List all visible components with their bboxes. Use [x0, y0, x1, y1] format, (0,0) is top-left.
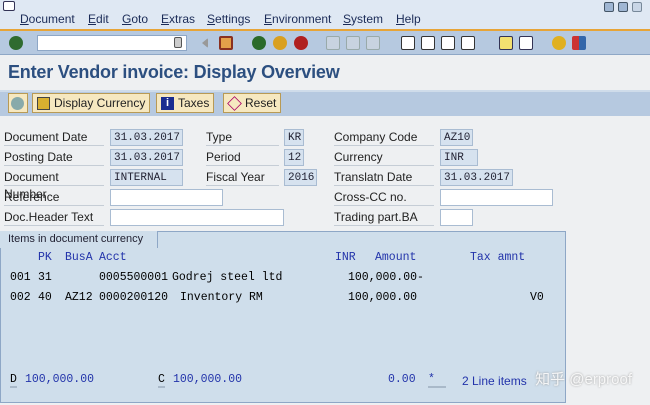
doc-header-text-label: Doc.Header Text — [4, 209, 104, 226]
item-amount: 100,000.00 — [348, 291, 418, 304]
layout-menu-icon[interactable] — [572, 36, 586, 50]
document-number-field[interactable]: INTERNAL — [110, 169, 183, 186]
currency-field[interactable]: INR — [440, 149, 478, 166]
next-page-icon[interactable] — [441, 36, 455, 50]
exit-icon[interactable] — [273, 36, 287, 50]
document-date-field[interactable]: 31.03.2017 — [110, 129, 183, 146]
menu-document[interactable]: Document — [20, 12, 75, 26]
fiscal-year-label: Fiscal Year — [206, 169, 279, 186]
item-pk: 40 — [38, 291, 52, 304]
credit-label: C — [158, 373, 165, 388]
print-icon — [326, 36, 340, 50]
line-items-count: 2 Line items — [462, 374, 527, 388]
cross-cc-field[interactable] — [440, 189, 553, 206]
currency-label: Currency — [334, 149, 434, 166]
menu-goto[interactable]: Goto — [122, 12, 148, 26]
header-currency: INR — [335, 251, 356, 264]
debit-total: 100,000.00 — [25, 373, 95, 386]
item-text: Godrej steel ltd — [172, 271, 283, 284]
period-field[interactable]: 12 — [284, 149, 304, 166]
balance-indicator: * — [428, 373, 446, 388]
reference-label: Reference — [4, 189, 104, 206]
back-icon[interactable] — [252, 36, 266, 50]
menu-extras[interactable]: Extras — [161, 12, 195, 26]
item-number: 001 — [10, 271, 31, 284]
item-text: Inventory RM — [180, 291, 263, 304]
eraser-icon — [227, 95, 242, 111]
last-page-icon[interactable] — [461, 36, 475, 50]
translatn-date-label: Translatn Date — [334, 169, 434, 186]
header-busa: BusA — [65, 251, 93, 264]
period-label: Period — [206, 149, 279, 166]
fiscal-year-field[interactable]: 2016 — [284, 169, 317, 186]
trading-part-label: Trading part.BA — [334, 209, 434, 226]
page-title: Enter Vendor invoice: Display Overview — [8, 62, 340, 82]
posting-date-field[interactable]: 31.03.2017 — [110, 149, 183, 166]
debit-label: D — [10, 373, 17, 388]
reset-button[interactable]: Reset — [223, 93, 282, 113]
trading-part-field[interactable] — [440, 209, 473, 226]
enter-check-icon[interactable] — [9, 36, 23, 50]
reference-field[interactable] — [110, 189, 223, 206]
cancel-icon[interactable] — [294, 36, 308, 50]
help-icon[interactable] — [552, 36, 566, 50]
display-currency-button[interactable]: Display Currency — [32, 93, 151, 113]
display-document-button[interactable] — [8, 93, 28, 113]
item-number: 002 — [10, 291, 31, 304]
item-tax: V0 — [530, 291, 544, 304]
balance: 0.00 — [388, 373, 416, 386]
save-icon[interactable] — [219, 36, 233, 50]
find-icon — [346, 36, 360, 50]
sap-window-icon[interactable] — [3, 1, 15, 11]
menu-settings[interactable]: Settings — [207, 12, 250, 26]
menu-edit[interactable]: Edit — [88, 12, 109, 26]
credit-total: 100,000.00 — [173, 373, 243, 386]
menu-environment[interactable]: Environment — [264, 12, 331, 26]
type-label: Type — [206, 129, 279, 146]
minimize-icon[interactable] — [604, 2, 614, 12]
menu-system[interactable]: System — [343, 12, 383, 26]
shortcut-icon[interactable] — [519, 36, 533, 50]
header-amount: Amount — [375, 251, 417, 264]
translatn-date-field[interactable]: 31.03.2017 — [440, 169, 513, 186]
header-acct: Acct — [99, 251, 127, 264]
magnifier-icon — [11, 96, 24, 110]
info-icon: i — [161, 96, 174, 110]
previous-page-icon[interactable] — [421, 36, 435, 50]
company-code-field[interactable]: AZ10 — [440, 129, 473, 146]
find-next-icon — [366, 36, 380, 50]
item-amount: 100,000.00- — [348, 271, 424, 284]
header-tax-amount: Tax amnt — [470, 251, 526, 264]
first-page-icon[interactable] — [401, 36, 415, 50]
item-acct: 0000200120 — [99, 291, 169, 304]
item-pk: 31 — [38, 271, 52, 284]
cross-cc-label: Cross-CC no. — [334, 189, 434, 206]
reset-label: Reset — [245, 96, 277, 110]
document-date-label: Document Date — [4, 129, 104, 146]
menu-help[interactable]: Help — [396, 12, 421, 26]
watermark: 知乎 @erproof — [535, 371, 632, 388]
doc-header-text-field[interactable] — [110, 209, 284, 226]
command-history-icon[interactable] — [174, 37, 182, 48]
posting-date-label: Posting Date — [4, 149, 104, 166]
header-pk: PK — [38, 251, 52, 264]
document-number-label: Document Number — [4, 169, 104, 201]
new-session-icon[interactable] — [499, 36, 513, 50]
command-field[interactable] — [37, 35, 187, 51]
display-currency-label: Display Currency — [54, 96, 146, 110]
currency-icon — [37, 96, 50, 110]
taxes-button[interactable]: i Taxes — [156, 93, 215, 113]
item-acct: 0005500001 — [99, 271, 169, 284]
close-icon[interactable] — [632, 2, 642, 12]
taxes-label: Taxes — [178, 96, 210, 110]
items-tab[interactable]: Items in document currency — [0, 231, 159, 248]
restore-icon[interactable] — [618, 2, 628, 12]
item-busa: AZ12 — [65, 291, 93, 304]
company-code-label: Company Code — [334, 129, 434, 146]
type-field[interactable]: KR — [284, 129, 304, 146]
